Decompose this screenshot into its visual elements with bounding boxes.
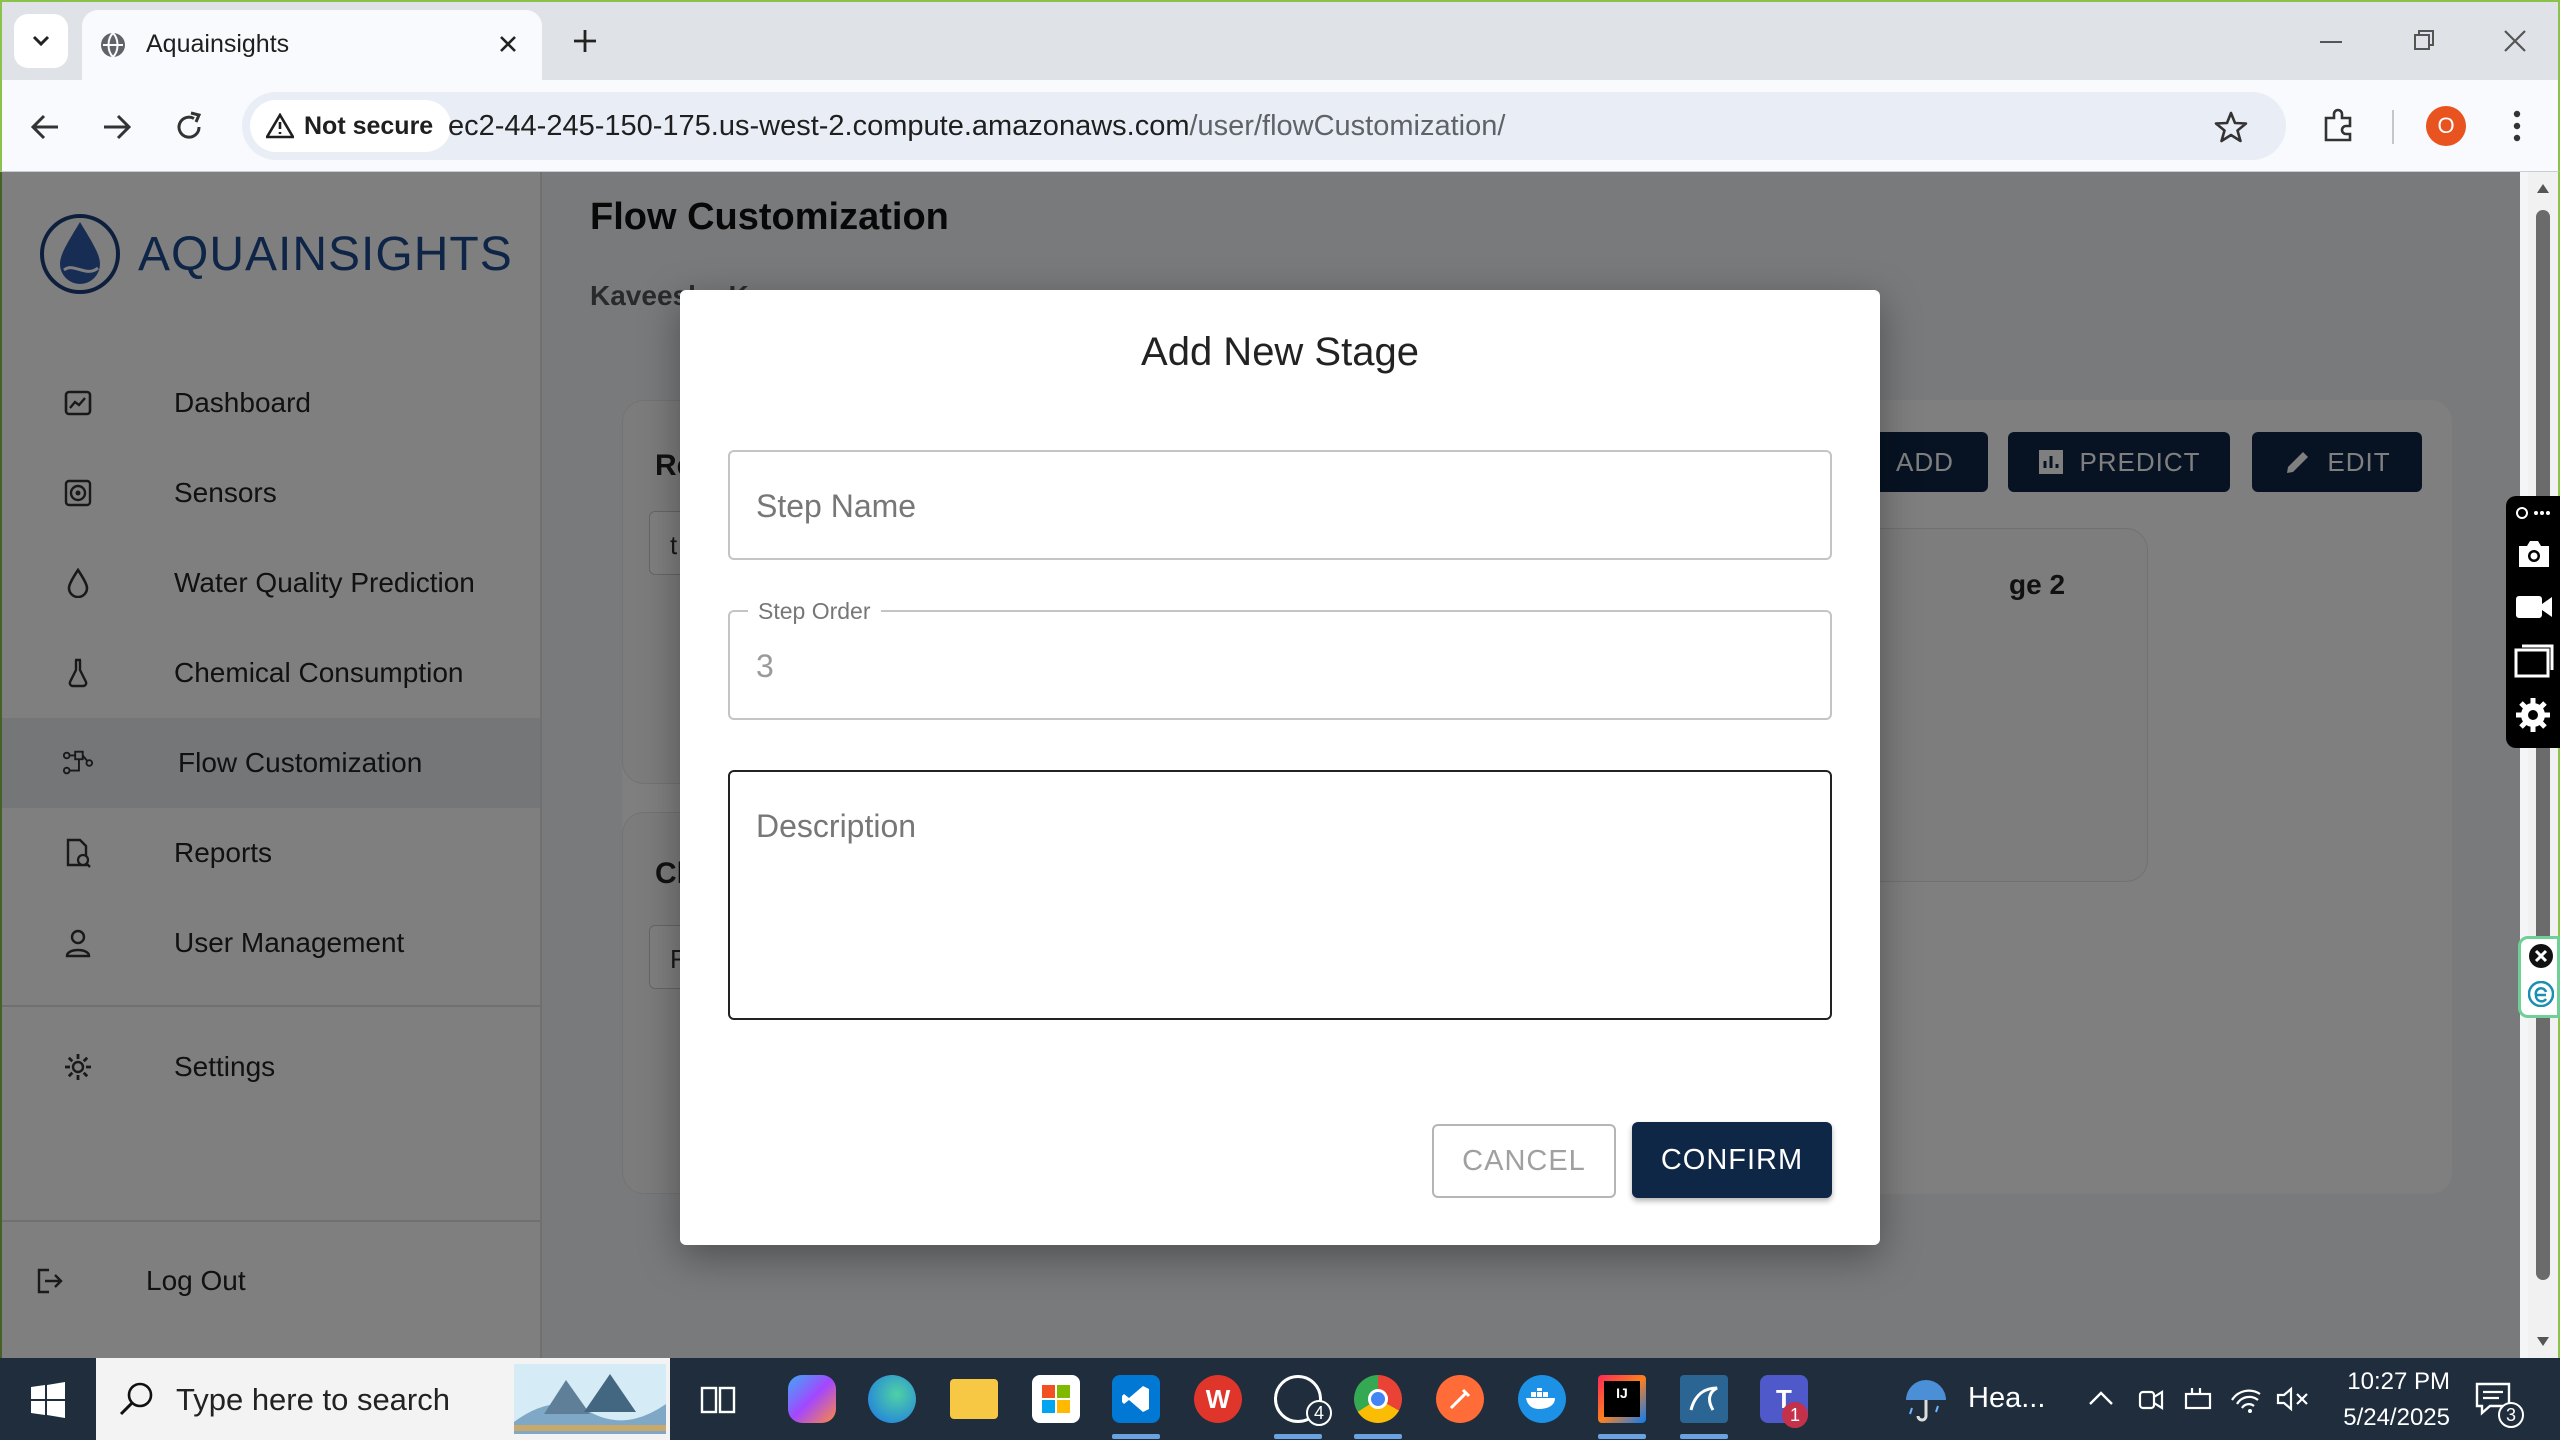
capture-tool-panel [2506,496,2560,748]
close-tab-icon[interactable] [496,32,520,56]
add-stage-dialog: Add New Stage Step Name Step Order 3 Des… [680,290,1880,1245]
windows-taskbar: Type here to search W 4 IJ T 1 Hea... 10… [0,1358,2560,1440]
edge-extension-icon[interactable] [2528,981,2554,1007]
vscode-active-indicator [1112,1434,1160,1439]
description-placeholder: Description [756,808,917,844]
forward-arrow-icon[interactable] [100,110,134,144]
cancel-label: CANCEL [1462,1144,1586,1177]
tab-search-button[interactable] [14,14,68,68]
clock-date[interactable]: 5/24/2025 [2326,1404,2450,1432]
intellij-active-indicator [1598,1434,1646,1439]
chrome-active-indicator [1354,1434,1402,1439]
close-circle-icon[interactable] [2528,943,2554,969]
task-view-icon[interactable] [700,1382,736,1418]
video-camera-icon[interactable] [2514,592,2554,622]
windows-start-icon[interactable] [30,1382,66,1418]
chevron-down-icon [32,35,50,47]
step-name-placeholder: Step Name [756,488,917,524]
docker-icon[interactable] [1518,1375,1566,1423]
close-window-icon[interactable] [2502,28,2528,54]
step-order-field[interactable]: Step Order 3 [728,598,1832,720]
chrome-center [1368,1389,1388,1409]
step-name-field[interactable]: Step Name [728,450,1832,560]
postman-icon[interactable] [1436,1375,1484,1423]
teams-badge: 1 [1782,1402,1808,1428]
bookmark-star-icon[interactable] [2214,110,2248,144]
weather-umbrella-icon[interactable] [1902,1378,1950,1422]
step-order-label: Step Order [748,598,881,625]
confirm-label: CONFIRM [1660,1143,1804,1176]
site-info-chip[interactable]: Not secure [250,100,452,152]
search-icon [119,1382,153,1416]
whatsapp-active-indicator [1274,1434,1322,1439]
profile-avatar[interactable]: O [2426,106,2466,146]
url-text[interactable]: ec2-44-245-150-175.us-west-2.compute.ama… [448,110,1505,143]
file-explorer-icon[interactable] [950,1379,998,1419]
extensions-icon[interactable] [2320,108,2356,144]
description-field[interactable]: Description [728,770,1832,1020]
confirm-button[interactable]: CONFIRM [1632,1122,1832,1198]
address-bar[interactable]: Not secure ec2-44-245-150-175.us-west-2.… [242,92,2286,160]
reload-icon[interactable] [172,110,206,144]
wifi-icon[interactable] [2230,1384,2262,1414]
battery-icon[interactable] [2182,1386,2214,1412]
url-host: ec2-44-245-150-175.us-west-2.compute.ama… [448,110,1190,142]
mini-tool-panel [2518,936,2560,1018]
browser-tab-bar: Aquainsights [0,0,2560,84]
browser-menu-icon[interactable] [2502,108,2532,144]
edge-icon[interactable] [868,1375,916,1423]
dialog-title: Add New Stage [1141,330,1419,374]
chrome-icon[interactable] [1354,1375,1402,1423]
pin-icon[interactable] [2514,504,2552,522]
chevron-up-icon[interactable] [2088,1388,2114,1408]
toolbar-divider [2392,110,2394,144]
window-capture-icon[interactable] [2514,644,2554,678]
mysql-workbench-icon[interactable] [1680,1375,1728,1423]
new-tab-icon[interactable] [570,26,600,56]
warning-icon [266,113,294,139]
search-placeholder: Type here to search [176,1382,450,1417]
gear-icon[interactable] [2514,696,2552,734]
wps-office-icon[interactable]: W [1194,1375,1242,1423]
tab-title: Aquainsights [146,30,290,58]
search-highlight-image [514,1364,666,1434]
volume-muted-icon[interactable] [2276,1386,2310,1412]
vscode-icon[interactable] [1112,1375,1160,1423]
step-order-value: 3 [756,648,774,684]
intellij-inner: IJ [1604,1381,1640,1417]
whatsapp-badge: 4 [1306,1400,1332,1426]
camera-icon[interactable] [2516,538,2552,570]
browser-toolbar: Not secure ec2-44-245-150-175.us-west-2.… [0,80,2560,172]
mysql-active-indicator [1680,1434,1728,1439]
copilot-icon[interactable] [788,1375,836,1423]
scroll-up-icon[interactable] [2536,182,2550,194]
restore-icon[interactable] [2412,28,2436,52]
taskbar-search-box[interactable]: Type here to search [96,1358,670,1440]
scroll-down-icon[interactable] [2536,1336,2550,1348]
meet-now-icon[interactable] [2136,1384,2166,1414]
back-arrow-icon[interactable] [28,110,62,144]
intellij-icon[interactable]: IJ [1598,1375,1646,1423]
notifications-badge: 3 [2498,1402,2524,1428]
cancel-button[interactable]: CANCEL [1432,1124,1616,1198]
minimize-icon[interactable] [2318,32,2344,52]
weather-text[interactable]: Hea... [1968,1382,2045,1415]
page-scrollbar[interactable] [2528,172,2558,1358]
url-path: /user/flowCustomization/ [1189,110,1506,142]
globe-icon [101,32,125,58]
clock-time[interactable]: 10:27 PM [2334,1368,2450,1396]
browser-tab-active[interactable]: Aquainsights [82,10,542,84]
microsoft-store-icon[interactable] [1032,1375,1080,1423]
security-label: Not secure [304,111,434,140]
